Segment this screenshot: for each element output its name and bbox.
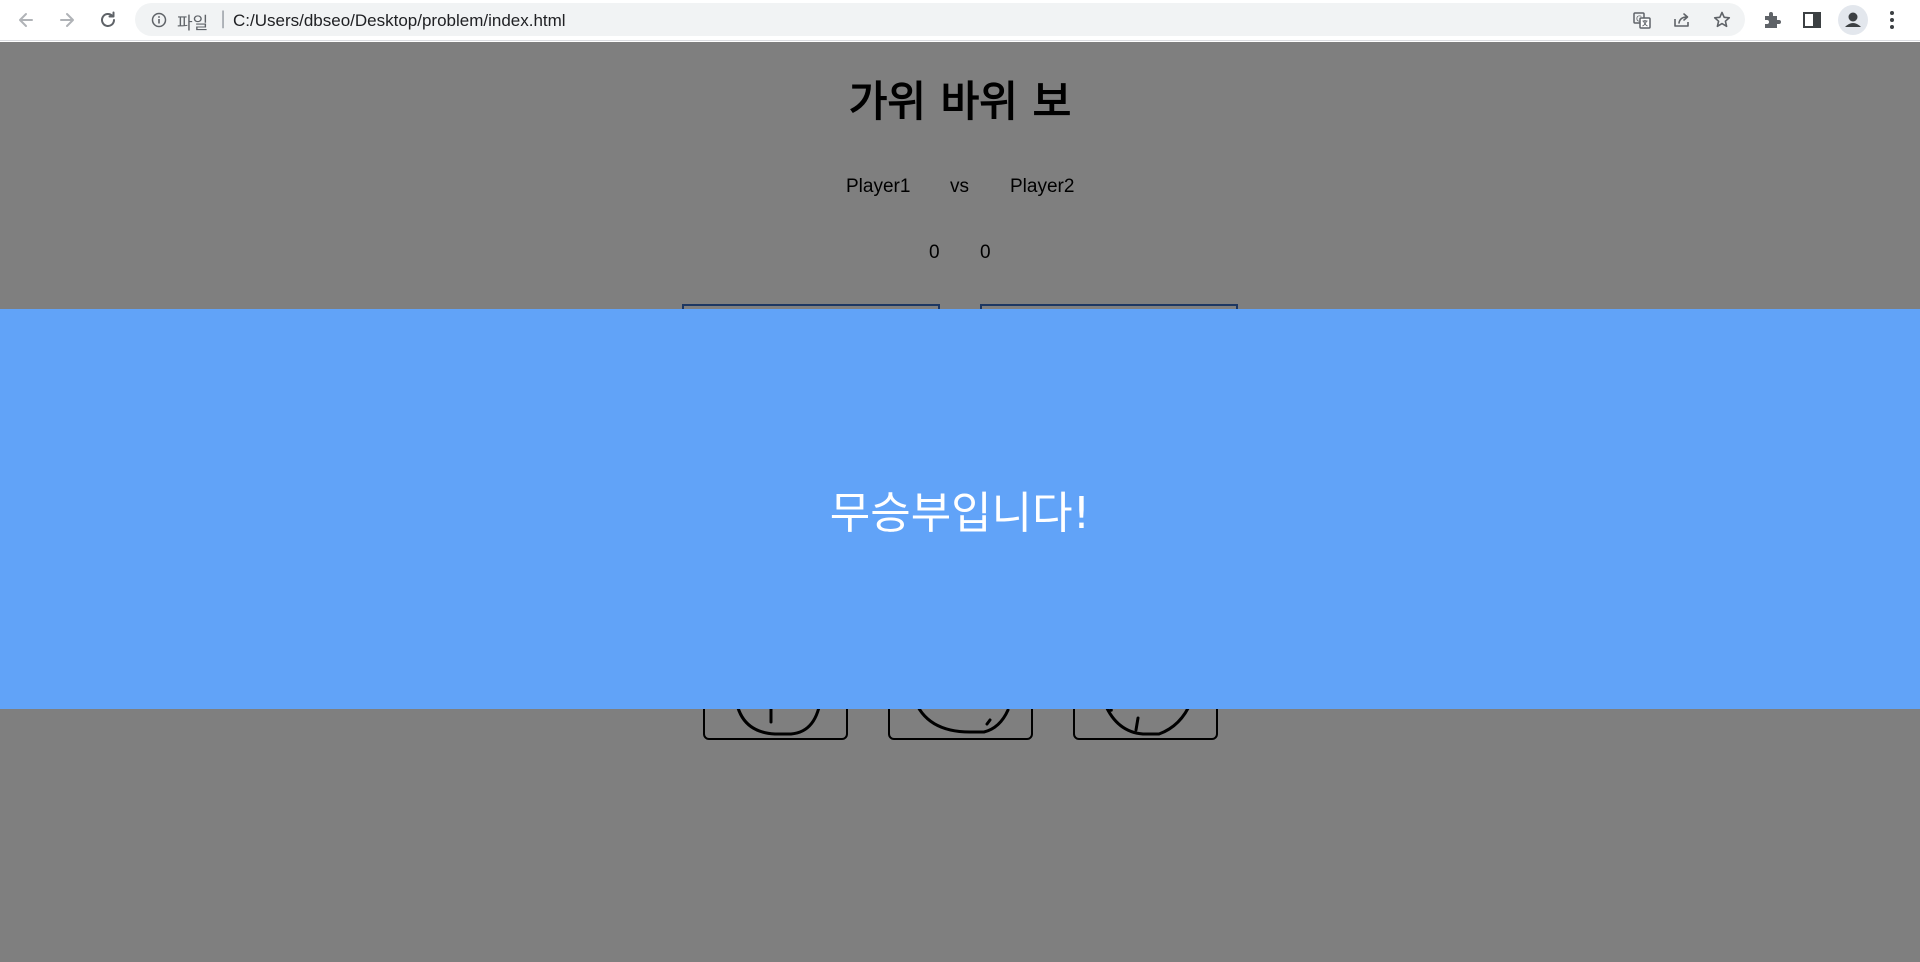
scheme-separator: | xyxy=(220,8,227,29)
forward-button[interactable] xyxy=(51,4,83,36)
forward-arrow-icon xyxy=(60,13,74,27)
back-button[interactable] xyxy=(10,4,42,36)
result-message: 무승부입니다! xyxy=(829,488,1091,539)
reload-icon xyxy=(101,11,115,27)
reload-button[interactable] xyxy=(92,4,124,36)
side-panel-icon[interactable] xyxy=(1800,8,1824,32)
address-bar[interactable]: 파일 | C:/Users/dbseo/Desktop/problem/inde… xyxy=(135,3,1745,36)
share-icon[interactable] xyxy=(1672,10,1692,30)
result-banner[interactable]: 무승부입니다! xyxy=(0,309,1920,709)
modal-overlay[interactable]: 무승부입니다! xyxy=(0,42,1920,962)
url-text[interactable]: C:/Users/dbseo/Desktop/problem/index.htm… xyxy=(233,11,566,31)
page-content: 가위 바위 보 Player1 vs Player2 0 0 무승부입니 xyxy=(0,42,1920,962)
scheme-label: 파일 xyxy=(177,14,209,34)
back-arrow-icon xyxy=(19,13,33,27)
bookmark-star-icon[interactable] xyxy=(1712,10,1732,30)
info-icon[interactable] xyxy=(151,12,167,28)
extensions-puzzle-icon[interactable] xyxy=(1760,8,1784,32)
translate-icon[interactable]: G xyxy=(1632,10,1652,30)
browser-toolbar: 파일 | C:/Users/dbseo/Desktop/problem/inde… xyxy=(0,0,1920,41)
kebab-menu-icon[interactable] xyxy=(1880,8,1904,32)
profile-button[interactable] xyxy=(1838,5,1868,35)
profile-avatar-icon xyxy=(1845,12,1861,27)
